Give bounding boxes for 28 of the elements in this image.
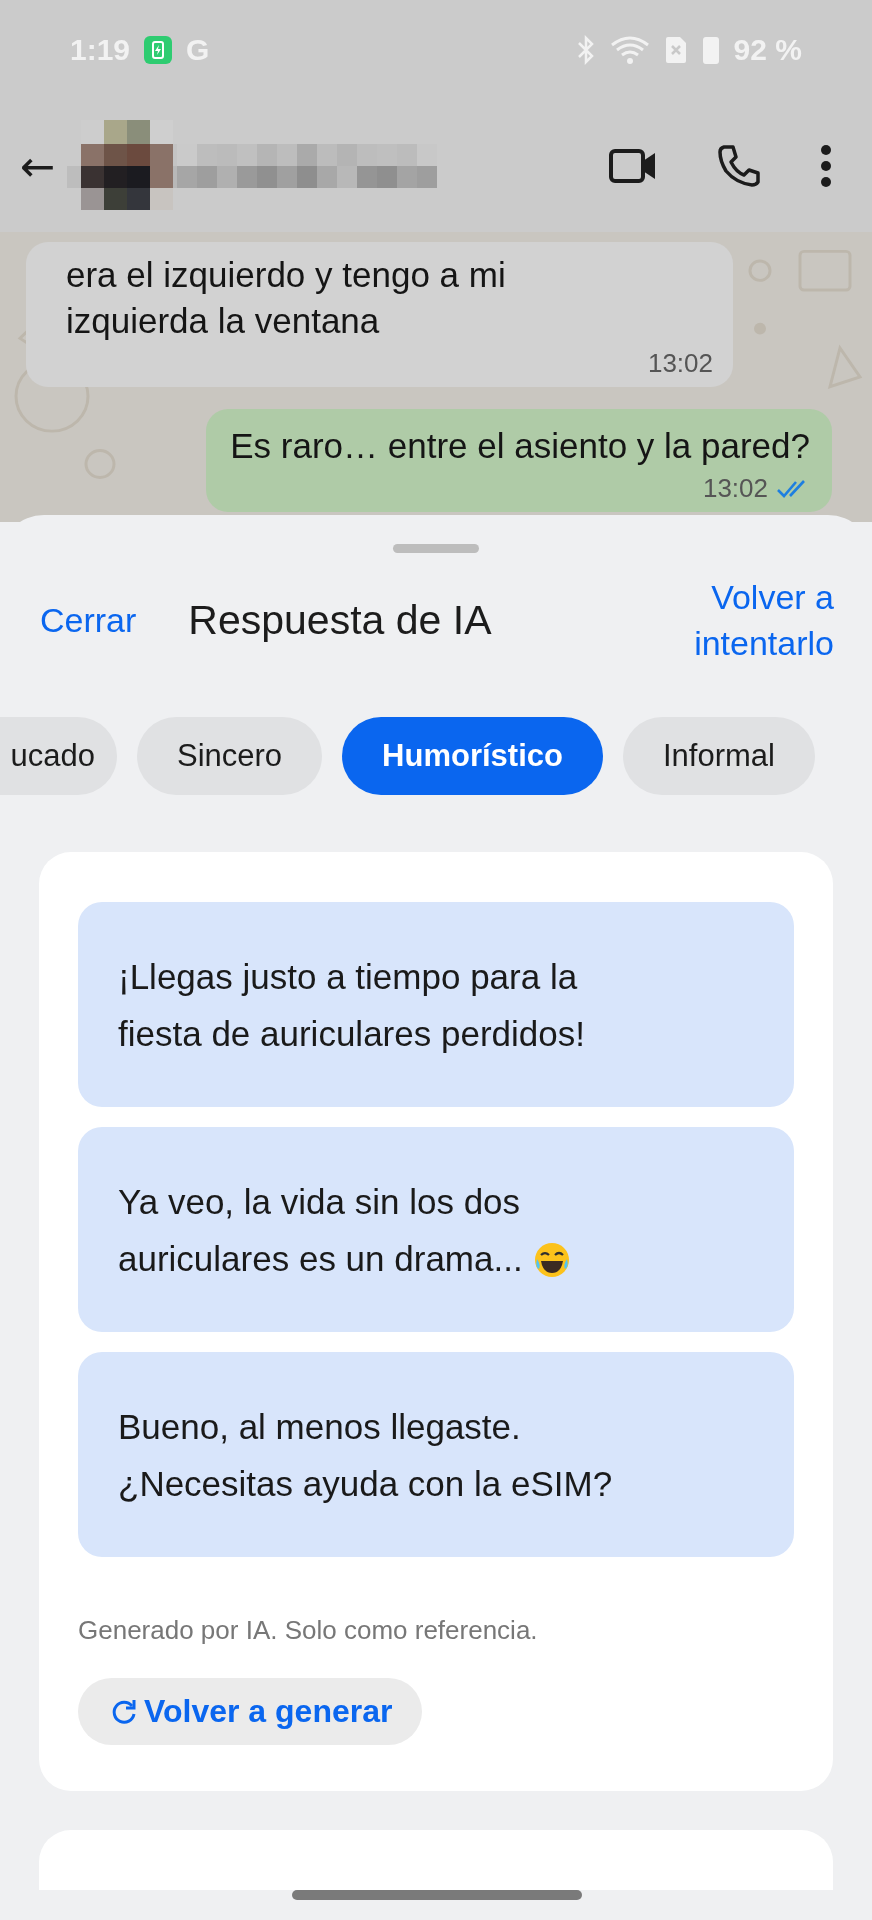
no-sim-icon [663,35,688,65]
phone-icon [716,143,762,189]
refresh-icon [110,1697,138,1726]
sheet-title: Respuesta de IA [188,596,492,644]
drag-handle[interactable] [393,544,479,553]
tone-chip[interactable]: Informal [622,717,815,795]
battery-saver-icon [144,36,173,64]
close-button[interactable]: Cerrar [40,600,137,640]
tone-chip[interactable]: ucado [0,717,117,795]
message-text: era el izquierdo y tengo a mi izquierda la ventana [66,254,507,342]
back-button[interactable]: ← [20,141,56,191]
tone-chip[interactable]: Humorístico [342,717,603,795]
video-camera-icon [608,146,658,186]
suggested-reply[interactable]: ¡Llegas justo a tiempo para la fiesta de auriculares perdidos! [78,902,794,1107]
wifi-icon [609,35,650,65]
bluetooth-icon [575,35,596,65]
disclaimer-text: Generado por IA. Solo como referencia. [78,1615,539,1646]
suggested-reply[interactable]: Ya veo, la vida sin los dos auriculares es un drama... [78,1127,794,1332]
more-vertical-icon [820,144,832,188]
battery-icon [701,35,720,65]
laughing-emoji-icon [532,1240,571,1279]
message-time: 13:02 [702,473,768,504]
suggested-reply[interactable]: Bueno, al menos llegaste. ¿Necesitas ayuda con la eSIM? [78,1352,794,1557]
retry-button[interactable]: Volver a intentarlo [634,574,834,666]
tone-chip[interactable]: Sincero [137,717,323,795]
message-time: 13:02 [647,348,713,379]
regenerate-button[interactable]: Volver a generar [78,1678,423,1745]
message-text: Es raro… entre el asiento y la pared? [230,425,810,467]
